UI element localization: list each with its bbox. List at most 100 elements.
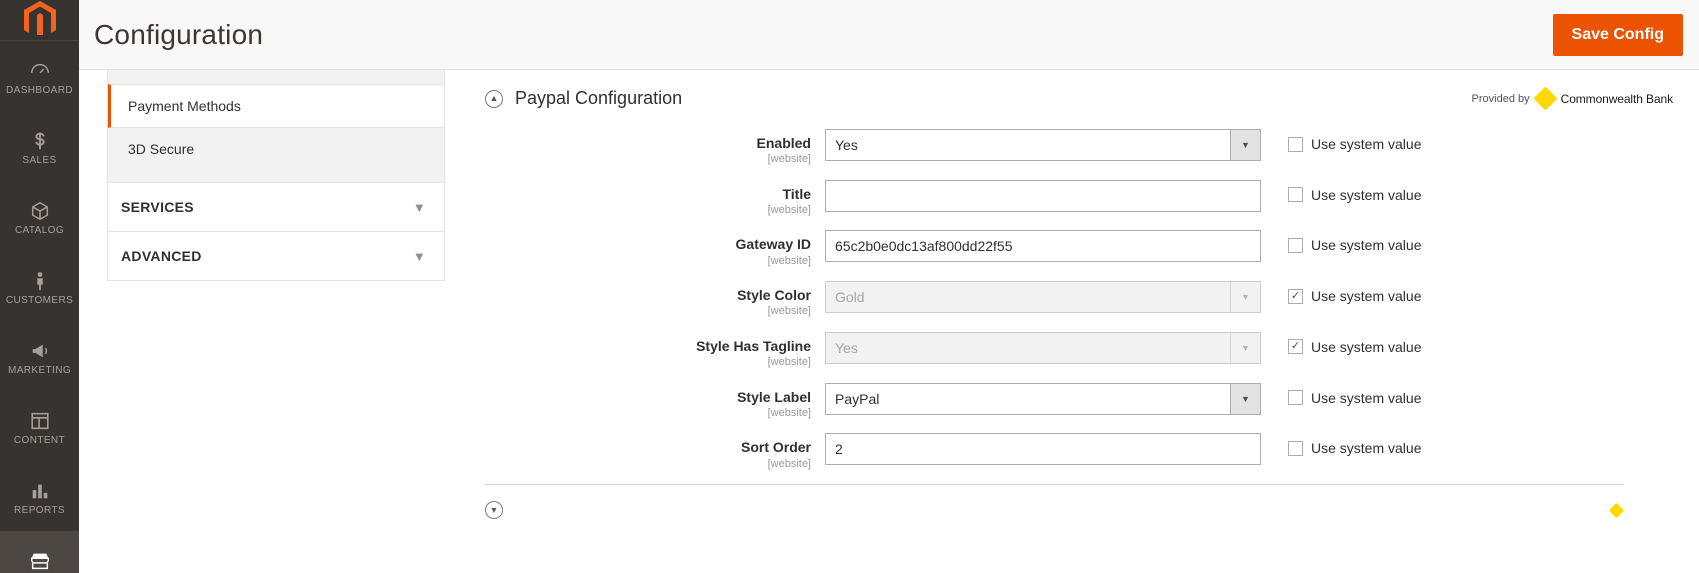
field-label-style-color: Style Color [website] xyxy=(485,281,825,318)
sidebar-item-stores[interactable]: Stores xyxy=(0,531,79,573)
tree-section-advanced[interactable]: ADVANCED ▼ xyxy=(108,231,444,280)
sidebar-item-label: Dashboard xyxy=(6,85,73,96)
use-system-value-sort-order[interactable]: Use system value xyxy=(1261,433,1421,456)
input-wrap-sort-order xyxy=(825,433,1261,466)
checkbox-icon[interactable]: ✓ xyxy=(1288,339,1303,355)
field-label-style-label: Style Label [website] xyxy=(485,383,825,420)
sidebar-item-catalog[interactable]: Catalog xyxy=(0,181,79,251)
checkbox-icon[interactable] xyxy=(1288,187,1303,203)
input-sort-order[interactable] xyxy=(825,433,1261,466)
main-area: Configuration Save Config Payment Method… xyxy=(79,0,1699,573)
page-title: Configuration xyxy=(94,18,264,50)
field-row-sort-order: Sort Order[website] Use system value xyxy=(485,433,1675,470)
select-value-style-label: PayPal xyxy=(825,382,1261,415)
field-row-style-has-tagline: Style Has Tagline [website] Yes ▼ ✓ Use syste… xyxy=(485,331,1675,369)
field-control-style-color: Gold ▼ xyxy=(825,281,1261,314)
admin-sidebar: Dashboard Sales Catalog Customers Marketing C… xyxy=(0,0,79,573)
store-icon xyxy=(28,546,52,572)
chevron-down-icon[interactable]: ▼ xyxy=(1230,383,1260,414)
config-tree: Payment Methods 3D Secure SERVICES ▼ ADVANC… xyxy=(107,70,445,281)
use-system-value-enabled[interactable]: Use system value xyxy=(1261,129,1421,152)
sidebar-item-content[interactable]: Content xyxy=(0,391,79,461)
field-label-gateway-id: Gateway ID [website] xyxy=(485,230,825,267)
person-icon xyxy=(29,266,51,292)
provider-badge: Provided by Commonwealth Bank xyxy=(1471,86,1673,111)
tree-section-label: SERVICES xyxy=(121,199,194,215)
field-scope: [website] xyxy=(767,356,811,369)
chevron-down-icon[interactable]: ▼ xyxy=(413,200,426,215)
field-label-sort-order: Sort Order [website] xyxy=(485,433,825,470)
field-control-gateway-id xyxy=(825,230,1261,263)
tree-section-label: ADVANCED xyxy=(121,248,202,264)
dashboard-icon xyxy=(29,56,51,82)
sidebar-item-label: Sales xyxy=(22,155,57,166)
field-row-style-label: Style Label [website] PayPal ▼ Use system va… xyxy=(485,382,1675,420)
field-scope: [website] xyxy=(767,457,811,470)
sidebar-item-reports[interactable]: Reports xyxy=(0,461,79,531)
select-enabled[interactable]: Yes ▼ xyxy=(825,129,1261,161)
admin-page: Dashboard Sales Catalog Customers Marketing C… xyxy=(0,0,1699,573)
provided-by-label: Provided by xyxy=(1471,92,1530,105)
tree-section-services[interactable]: SERVICES ▼ xyxy=(108,182,444,231)
chevron-down-icon: ▼ xyxy=(1230,282,1260,313)
field-row-title: Title [website] Use system value xyxy=(485,179,1675,217)
select-style-label[interactable]: PayPal ▼ xyxy=(825,382,1261,415)
field-label-style-has-tagline: Style Has Tagline [website] xyxy=(485,332,825,369)
field-control-enabled: Yes ▼ xyxy=(825,129,1261,161)
use-system-value-label: Use system value xyxy=(1311,237,1422,254)
provider-name: Commonwealth Bank xyxy=(1560,91,1673,106)
use-system-value-title[interactable]: Use system value xyxy=(1261,180,1421,203)
chevron-down-circle-icon[interactable]: ▼ xyxy=(485,501,503,520)
field-label-text: Enabled xyxy=(756,135,811,151)
use-system-value-label: Use system value xyxy=(1311,338,1422,355)
checkbox-icon[interactable] xyxy=(1288,136,1303,152)
chevron-down-icon[interactable]: ▼ xyxy=(413,249,426,264)
checkbox-icon[interactable]: ✓ xyxy=(1288,288,1303,304)
chevron-down-icon[interactable]: ▼ xyxy=(1230,130,1260,160)
use-system-value-style-has-tagline[interactable]: ✓ Use system value xyxy=(1261,332,1421,355)
select-value-enabled: Yes xyxy=(825,129,1261,161)
sidebar-item-sales[interactable]: Sales xyxy=(0,111,79,181)
input-wrap-gateway-id xyxy=(825,230,1261,263)
sidebar-item-label: Marketing xyxy=(7,365,72,376)
field-label-text: Sort Order xyxy=(740,439,811,456)
tree-item-3d-secure[interactable]: 3D Secure xyxy=(108,128,444,170)
megaphone-icon xyxy=(28,336,52,362)
field-label-text: Style Label xyxy=(737,388,811,405)
sidebar-item-customers[interactable]: Customers xyxy=(0,251,79,321)
use-system-value-style-color[interactable]: ✓ Use system value xyxy=(1261,281,1421,304)
chevron-up-circle-icon[interactable]: ▲ xyxy=(485,89,503,108)
select-style-color: Gold ▼ xyxy=(825,281,1261,314)
use-system-value-label: Use system value xyxy=(1311,136,1422,152)
page-body: Payment Methods 3D Secure SERVICES ▼ ADVANC… xyxy=(79,70,1699,573)
use-system-value-style-label[interactable]: Use system value xyxy=(1261,383,1421,406)
checkbox-icon[interactable] xyxy=(1288,440,1303,456)
sidebar-item-marketing[interactable]: Marketing xyxy=(0,321,79,391)
sidebar-item-dashboard[interactable]: Dashboard xyxy=(0,41,79,111)
use-system-value-label: Use system value xyxy=(1311,440,1422,457)
dollar-icon xyxy=(29,126,51,152)
field-row-enabled: Enabled [website] Yes ▼ Use system value xyxy=(485,129,1675,166)
save-config-button[interactable]: Save Config xyxy=(1552,13,1683,56)
sidebar-item-label: Content xyxy=(13,435,66,446)
config-form: ▲ Paypal Configuration Provided by Commo… xyxy=(449,70,1699,573)
sidebar-item-label: Reports xyxy=(14,505,65,516)
input-title[interactable] xyxy=(825,179,1261,212)
use-system-value-label: Use system value xyxy=(1311,186,1422,203)
field-control-style-has-tagline: Yes ▼ xyxy=(825,331,1261,364)
magento-logo-icon[interactable] xyxy=(0,0,79,41)
config-tree-column: Payment Methods 3D Secure SERVICES ▼ ADVANC… xyxy=(79,70,449,573)
layout-icon xyxy=(29,406,51,432)
field-label-text: Style Color xyxy=(737,287,811,304)
next-section-header[interactable]: ▼ xyxy=(485,485,1625,520)
tree-item-payment-methods[interactable]: Payment Methods xyxy=(108,84,444,128)
checkbox-icon[interactable] xyxy=(1288,237,1303,253)
field-control-style-label: PayPal ▼ xyxy=(825,382,1261,415)
field-label-text: Title xyxy=(782,185,811,202)
section-title-group[interactable]: ▲ Paypal Configuration xyxy=(485,88,682,109)
checkbox-icon[interactable] xyxy=(1288,390,1303,406)
input-gateway-id[interactable] xyxy=(825,230,1261,263)
tree-sections: SERVICES ▼ ADVANCED ▼ xyxy=(108,182,444,280)
field-row-gateway-id: Gateway ID[website] Use system value xyxy=(485,230,1675,267)
use-system-value-gateway-id[interactable]: Use system value xyxy=(1261,230,1421,253)
